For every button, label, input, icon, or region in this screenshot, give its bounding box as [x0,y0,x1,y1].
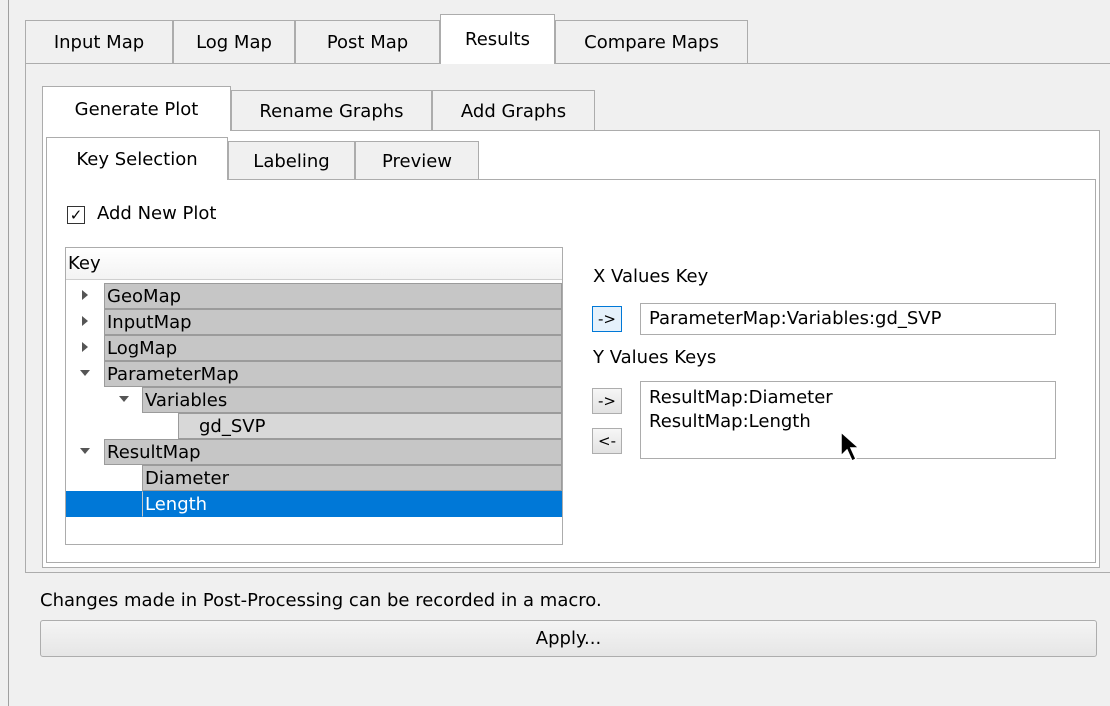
tab-generate-plot[interactable]: Generate Plot [42,86,231,131]
tree-node-length[interactable]: Length [142,491,562,517]
tab-labeling[interactable]: Labeling [228,141,355,180]
expand-arrow-icon[interactable] [82,316,88,326]
tree-node-variables[interactable]: Variables [142,387,562,413]
tab-compare-maps[interactable]: Compare Maps [555,20,748,63]
tab-post-map[interactable]: Post Map [295,20,440,63]
tree-node-logmap[interactable]: LogMap [104,335,562,361]
window-border [8,0,9,706]
collapse-arrow-icon[interactable] [80,370,90,376]
macro-note: Changes made in Post-Processing can be r… [40,590,602,611]
tab-results[interactable]: Results [440,14,555,64]
tab-log-map[interactable]: Log Map [173,20,295,63]
tree-header-key: Key [66,248,562,280]
tree-node-parametermap[interactable]: ParameterMap [104,361,562,387]
add-new-plot-checkbox[interactable]: ✓ [67,206,85,224]
tab-preview[interactable]: Preview [355,141,479,180]
collapse-arrow-icon[interactable] [80,448,90,454]
mouse-cursor-icon [840,430,861,463]
tree-node-diameter[interactable]: Diameter [142,465,562,491]
collapse-arrow-icon[interactable] [119,396,129,402]
add-x-key-button[interactable]: -> [592,306,622,332]
expand-arrow-icon[interactable] [82,342,88,352]
y-values-item[interactable]: ResultMap:Diameter [649,386,1055,410]
key-tree[interactable]: Key GeoMap InputMap LogMap ParameterMap … [65,247,563,545]
tab-key-selection[interactable]: Key Selection [46,137,228,180]
remove-y-key-button[interactable]: <- [592,428,622,454]
tree-node-geomap[interactable]: GeoMap [104,283,562,309]
tree-selection-fill [66,491,142,517]
expand-arrow-icon[interactable] [82,290,88,300]
add-y-key-button[interactable]: -> [592,388,622,414]
tree-node-gd-svp[interactable]: gd_SVP [178,413,562,439]
apply-button[interactable]: Apply... [40,620,1097,657]
tree-node-inputmap[interactable]: InputMap [104,309,562,335]
add-new-plot-label: Add New Plot [97,203,217,224]
y-values-label: Y Values Keys [593,347,717,368]
tab-add-graphs[interactable]: Add Graphs [432,90,595,131]
x-values-field[interactable]: ParameterMap:Variables:gd_SVP [640,303,1056,335]
tab-input-map[interactable]: Input Map [25,20,173,63]
tab-rename-graphs[interactable]: Rename Graphs [231,90,432,131]
x-values-label: X Values Key [593,266,709,287]
tree-node-resultmap[interactable]: ResultMap [104,439,562,465]
